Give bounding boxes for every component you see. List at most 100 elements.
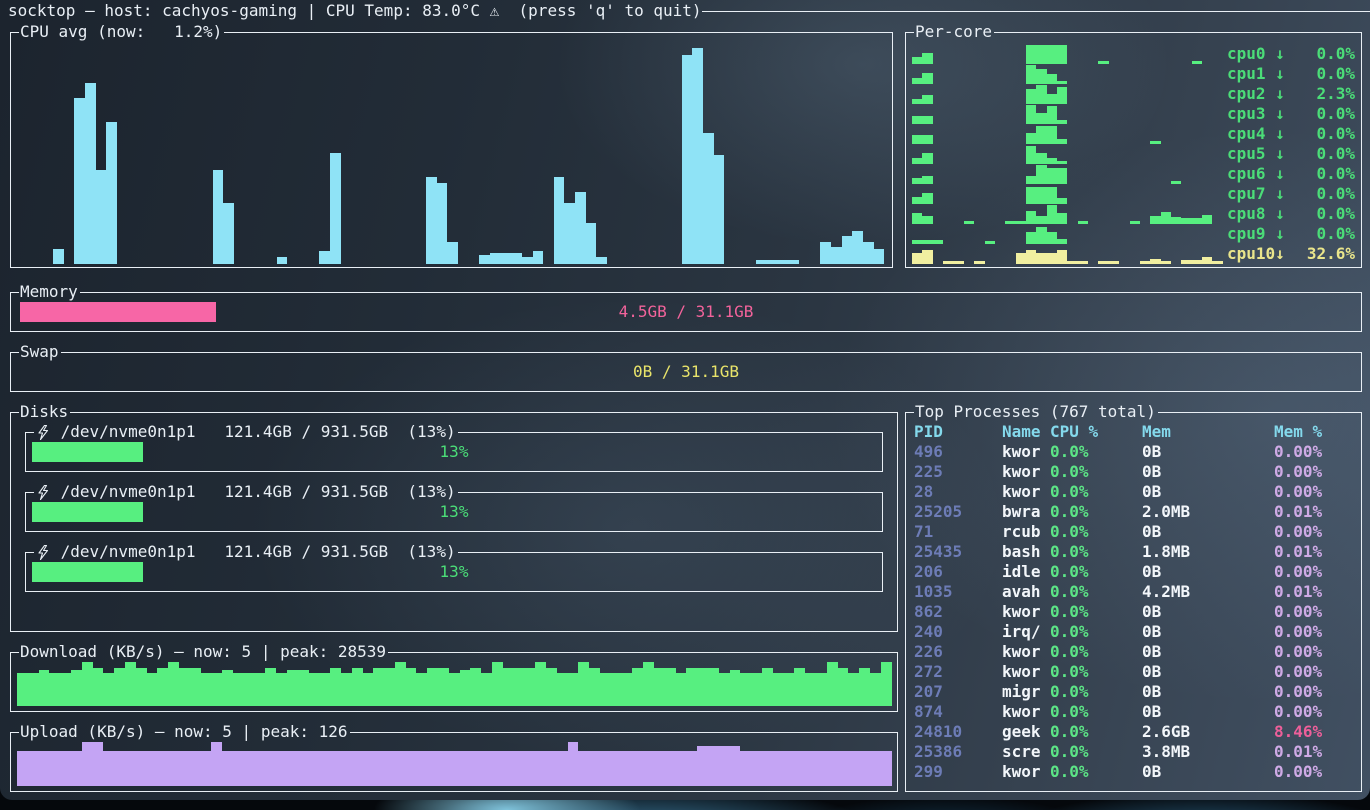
- download-bar: [287, 670, 298, 706]
- core-label: cpu5 ↓0.0%: [1227, 144, 1355, 164]
- chart-slot: [842, 46, 853, 264]
- swap-usage-label: 0B / 31.1GB: [11, 352, 1361, 391]
- process-mem: 0B: [1142, 642, 1274, 662]
- chart-slot: [190, 660, 201, 706]
- core-spark-bar: [1078, 221, 1088, 224]
- swap-gauge: 0B / 31.1GB: [11, 352, 1361, 391]
- core-spark-bar: [1047, 94, 1057, 104]
- core-spark-bar: [1026, 176, 1036, 184]
- process-row[interactable]: 496kwor0.0%0B0.00%: [914, 442, 1355, 462]
- core-spark-bar: [1036, 126, 1046, 143]
- cpu-avg-title: CPU avg (now: 1.2%): [19, 22, 224, 42]
- core-spark-bar: [1057, 168, 1067, 183]
- chart-slot: [820, 46, 831, 264]
- upload-bar: [82, 742, 93, 786]
- core-spark-bar: [1181, 218, 1191, 224]
- chart-slot: [181, 46, 192, 264]
- chart-slot: [995, 245, 1005, 264]
- upload-bar: [546, 751, 557, 786]
- chart-slot: [543, 46, 554, 264]
- process-row[interactable]: 24810geek0.0%2.6GB8.46%: [914, 722, 1355, 742]
- core-spark-bar: [1036, 113, 1046, 123]
- chart-slot: [1088, 145, 1098, 164]
- download-bar: [665, 668, 676, 706]
- core-spark-bar: [912, 197, 922, 204]
- process-row[interactable]: 28kwor0.0%0B0.00%: [914, 482, 1355, 502]
- download-bar: [838, 668, 849, 706]
- upload-bar: [244, 751, 255, 786]
- cpu-avg-panel-header: CPU avg (now: 1.2%): [11, 22, 892, 42]
- process-row[interactable]: 25435bash0.0%1.8MB0.01%: [914, 542, 1355, 562]
- chart-slot: [1078, 145, 1088, 164]
- chart-slot: [964, 45, 974, 64]
- process-row[interactable]: 862kwor0.0%0B0.00%: [914, 602, 1355, 622]
- chart-slot: [816, 660, 827, 706]
- chart-slot: [1088, 65, 1098, 84]
- chart-slot: [964, 245, 974, 264]
- process-name: kwor: [1002, 702, 1050, 722]
- chart-slot: [1078, 165, 1088, 184]
- upload-bar: [859, 751, 870, 786]
- process-row[interactable]: 240irq/0.0%0B0.00%: [914, 622, 1355, 642]
- chart-slot: [1047, 125, 1057, 144]
- chart-slot: [103, 740, 114, 786]
- chart-slot: [265, 660, 276, 706]
- download-bar: [578, 662, 589, 706]
- cpu-avg-bar: [277, 257, 288, 264]
- process-row[interactable]: 207migr0.0%0B0.00%: [914, 682, 1355, 702]
- chart-slot: [1005, 185, 1015, 204]
- core-spark-bar: [1098, 261, 1108, 264]
- chart-slot: [1171, 145, 1181, 164]
- upload-bar: [881, 751, 892, 786]
- chart-slot: [1119, 145, 1129, 164]
- chart-slot: [1088, 105, 1098, 124]
- download-bar: [524, 668, 535, 706]
- chart-slot: [974, 205, 984, 224]
- process-row[interactable]: 226kwor0.0%0B0.00%: [914, 642, 1355, 662]
- core-sparkline: [912, 145, 1227, 164]
- download-bar: [589, 668, 600, 706]
- memory-usage-label: 4.5GB / 31.1GB: [11, 292, 1361, 331]
- chart-slot: [524, 660, 535, 706]
- process-row[interactable]: 272kwor0.0%0B0.00%: [914, 662, 1355, 682]
- core-spark-bar: [1057, 161, 1067, 163]
- core-row-cpu0: cpu0 ↓0.0%: [912, 44, 1355, 64]
- process-row[interactable]: 71rcub0.0%0B0.00%: [914, 522, 1355, 542]
- process-row[interactable]: 225kwor0.0%0B0.00%: [914, 462, 1355, 482]
- chart-slot: [1181, 105, 1191, 124]
- process-cpu-percent: 0.0%: [1050, 622, 1142, 642]
- upload-bar: [686, 751, 697, 786]
- chart-slot: [943, 125, 953, 144]
- core-spark-bar: [912, 116, 922, 124]
- core-spark-bar: [922, 176, 932, 184]
- chart-slot: [628, 46, 639, 264]
- process-row[interactable]: 1035avah0.0%4.2MB0.01%: [914, 582, 1355, 602]
- chart-slot: [1192, 125, 1202, 144]
- chart-slot: [1161, 205, 1171, 224]
- chart-slot: [1161, 125, 1171, 144]
- chart-slot: [995, 125, 1005, 144]
- chart-slot: [870, 740, 881, 786]
- chart-slot: [778, 46, 789, 264]
- chart-slot: [1098, 85, 1108, 104]
- process-row[interactable]: 206idle0.0%0B0.00%: [914, 562, 1355, 582]
- chart-slot: [1005, 245, 1015, 264]
- chart-slot: [190, 740, 201, 786]
- chart-slot: [437, 46, 448, 264]
- core-spark-bar: [1067, 261, 1077, 264]
- process-row[interactable]: 25205bwra0.0%2.0MB0.01%: [914, 502, 1355, 522]
- process-row[interactable]: 25386scre0.0%3.8MB0.01%: [914, 742, 1355, 762]
- upload-bar: [233, 751, 244, 786]
- download-bar: [848, 673, 859, 706]
- chart-slot: [1005, 65, 1015, 84]
- download-bar: [93, 668, 104, 706]
- chart-slot: [740, 660, 751, 706]
- chart-slot: [71, 740, 82, 786]
- core-spark-bar: [1202, 215, 1212, 224]
- process-row[interactable]: 299kwor0.0%0B0.00%: [914, 762, 1355, 782]
- chart-slot: [848, 740, 859, 786]
- chart-slot: [985, 145, 995, 164]
- core-spark-bar: [1036, 187, 1046, 203]
- chart-slot: [255, 740, 266, 786]
- process-row[interactable]: 874kwor0.0%0B0.00%: [914, 702, 1355, 722]
